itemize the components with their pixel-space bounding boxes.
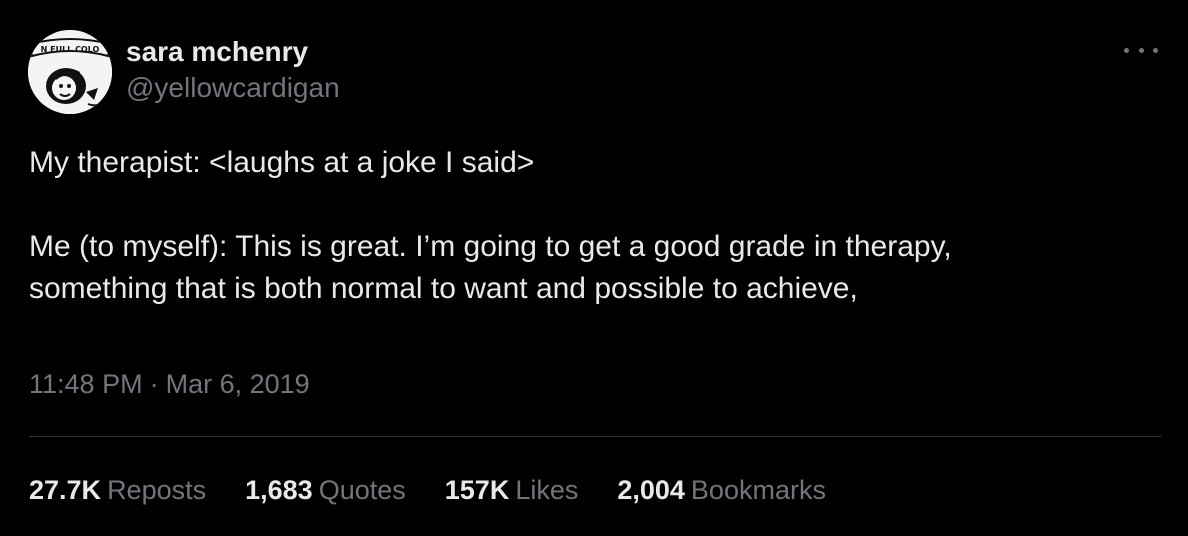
- stat-label: Quotes: [318, 475, 406, 505]
- tweet-line: My therapist: <laughs at a joke I said>: [29, 146, 535, 179]
- tweet-header: N FULL COLO sara mchenry @yellowcardigan: [28, 30, 340, 114]
- stat-reposts[interactable]: 27.7K Reposts: [29, 470, 206, 510]
- tweet-line: something that is both normal to want an…: [29, 272, 858, 305]
- stat-count: 2,004: [617, 475, 685, 505]
- tweet-line: Me (to myself): This is great. I’m going…: [29, 230, 952, 263]
- stat-label: Likes: [515, 475, 579, 505]
- meta-separator: ·: [149, 369, 159, 399]
- tweet-time: 11:48 PM: [29, 369, 143, 399]
- display-name[interactable]: sara mchenry: [126, 34, 340, 70]
- more-dot: [1138, 47, 1144, 53]
- user-names: sara mchenry @yellowcardigan: [126, 34, 340, 106]
- more-horizontal-icon[interactable]: [1124, 38, 1158, 62]
- stat-quotes[interactable]: 1,683 Quotes: [245, 470, 406, 510]
- stat-bookmarks[interactable]: 2,004 Bookmarks: [617, 470, 826, 510]
- avatar[interactable]: N FULL COLO: [28, 30, 112, 114]
- stat-label: Bookmarks: [690, 475, 826, 505]
- stat-likes[interactable]: 157K Likes: [445, 470, 579, 510]
- divider: [29, 436, 1161, 437]
- user-handle[interactable]: @yellowcardigan: [126, 70, 340, 106]
- stat-count: 1,683: [245, 475, 313, 505]
- engagement-stats: 27.7K Reposts 1,683 Quotes 157K Likes 2,004…: [29, 470, 865, 510]
- avatar-banner-text: N FULL COLO: [41, 45, 100, 54]
- avatar-image: N FULL COLO: [28, 30, 112, 114]
- tweet-text: My therapist: <laughs at a joke I said> …: [29, 142, 1149, 310]
- tweet-date: Mar 6, 2019: [165, 369, 310, 399]
- more-dot: [1124, 47, 1129, 53]
- stat-label: Reposts: [107, 475, 207, 505]
- stat-count: 157K: [444, 475, 510, 505]
- tweet-timestamp[interactable]: 11:48 PM · Mar 6, 2019: [29, 364, 310, 404]
- more-dot: [1153, 47, 1158, 53]
- stat-count: 27.7K: [29, 475, 102, 505]
- tweet-card: N FULL COLO sara mchenry @yellowcardigan…: [0, 0, 1188, 536]
